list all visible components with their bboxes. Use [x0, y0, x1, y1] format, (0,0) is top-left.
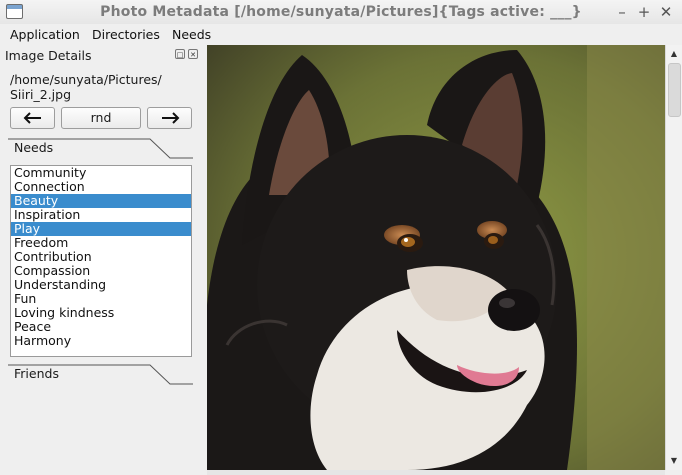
random-button[interactable]: rnd	[61, 107, 141, 129]
arrow-left-icon	[23, 112, 41, 124]
maximize-icon[interactable]: +	[634, 2, 654, 22]
panel-title: Image Details	[5, 48, 92, 63]
menu-application[interactable]: Application	[10, 27, 80, 42]
menu-needs[interactable]: Needs	[172, 27, 211, 42]
list-item[interactable]: Peace	[11, 320, 191, 334]
scroll-up-icon[interactable]: ▲	[666, 47, 682, 61]
float-panel-icon[interactable]: □	[175, 49, 185, 59]
close-icon[interactable]: ✕	[656, 2, 676, 22]
title-bar: Photo Metadata [/home/sunyata/Pictures]{…	[0, 0, 682, 25]
image-path-file: Siiri_2.jpg	[10, 87, 72, 102]
horizontal-scrollbar[interactable]	[207, 470, 665, 475]
image-path-dir: /home/sunyata/Pictures/	[10, 72, 162, 87]
list-item[interactable]: Loving kindness	[11, 306, 191, 320]
list-item[interactable]: Community	[11, 166, 191, 180]
list-item[interactable]: Beauty	[11, 194, 191, 208]
list-item[interactable]: Understanding	[11, 278, 191, 292]
list-item[interactable]: Compassion	[11, 264, 191, 278]
list-item[interactable]: Connection	[11, 180, 191, 194]
image-details-panel: Image Details □ ✕ /home/sunyata/Pictures…	[0, 45, 206, 475]
tab-needs-label: Needs	[14, 140, 54, 155]
arrow-right-icon	[161, 112, 179, 124]
list-item[interactable]: Freedom	[11, 236, 191, 250]
tab-needs[interactable]: Needs	[8, 138, 193, 160]
tab-friends-label: Friends	[14, 366, 59, 381]
list-item[interactable]: Inspiration	[11, 208, 191, 222]
list-item[interactable]: Fun	[11, 292, 191, 306]
minimize-icon[interactable]: –	[612, 2, 632, 22]
scroll-down-icon[interactable]: ▼	[666, 454, 682, 468]
scrollbar-thumb[interactable]	[668, 63, 681, 117]
image-path: /home/sunyata/Pictures/ Siiri_2.jpg	[10, 72, 200, 102]
photo-view[interactable]	[207, 45, 665, 470]
vertical-scrollbar[interactable]: ▲ ▼	[665, 45, 682, 470]
needs-list[interactable]: Community Connection Beauty Inspiration Play…	[10, 165, 192, 357]
window-title: Photo Metadata [/home/sunyata/Pictures]{…	[100, 4, 582, 20]
previous-button[interactable]	[10, 107, 55, 129]
menu-bar: Application Directories Needs	[0, 24, 682, 44]
list-item[interactable]: Contribution	[11, 250, 191, 264]
dog-photo	[207, 45, 665, 470]
list-item[interactable]: Play	[11, 222, 191, 236]
list-item[interactable]: Harmony	[11, 334, 191, 348]
close-panel-icon[interactable]: ✕	[188, 49, 198, 59]
menu-directories[interactable]: Directories	[92, 27, 160, 42]
next-button[interactable]	[147, 107, 192, 129]
tab-friends[interactable]: Friends	[8, 364, 193, 386]
